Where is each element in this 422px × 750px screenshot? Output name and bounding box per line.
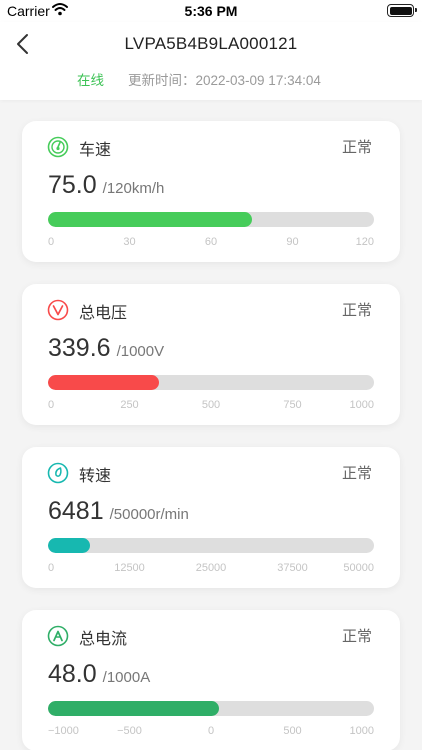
nav-header: LVPA5B4B9LA000121 在线 更新时间：2022-03-09 17:… [0,22,422,100]
tick-label: 1000 [349,725,374,737]
metric-unit: /1000A [102,669,151,686]
metric-card: 总电流 正常 48.0/1000A −1000 −500 0 500 1000 [22,610,400,750]
metric-status: 正常 [341,465,372,482]
progress-fill [48,212,252,227]
rotation-speed-icon [47,462,69,484]
tick-label: 120 [355,236,374,248]
metric-value: 48.0 [48,660,97,688]
progress-track [48,701,374,716]
tick-label: 0 [48,399,55,411]
battery-icon [387,4,417,17]
tick-label: 0 [207,725,215,737]
update-label: 更新时间： [128,73,196,88]
tick-label: 0 [48,236,55,248]
current-icon [47,625,69,647]
metric-reading: 339.6/1000V [48,334,164,363]
progress-track [48,538,374,553]
metric-unit: /50000r/min [109,506,189,523]
metric-unit: /1000V [116,343,165,360]
page-title: LVPA5B4B9LA000121 [124,34,298,53]
metric-reading: 48.0/1000A [48,660,150,689]
tick-label: 30 [123,236,136,248]
metric-name: 总电流 [79,631,128,648]
update-timestamp: 2022-03-09 17:34:04 [195,73,321,88]
tick-label: 0 [48,562,55,574]
tick-label: 12500 [114,562,145,574]
metric-value: 75.0 [48,171,97,199]
metric-unit: /120km/h [102,180,165,197]
scale-ticks: 0 30 60 90 120 [48,236,374,250]
tick-label: 1000 [349,399,374,411]
scale-ticks: 0 12500 25000 37500 50000 [48,562,374,576]
metric-name: 转速 [79,468,112,485]
progress-fill [48,701,219,716]
metric-card: 车速 正常 75.0/120km/h 0 30 60 90 120 [22,121,400,262]
tick-label: 250 [120,399,139,411]
progress-fill [48,375,159,390]
metric-status: 正常 [341,302,372,319]
status-clock: 5:36 PM [184,3,238,19]
metric-value: 6481 [48,497,104,525]
online-status: 在线 [77,73,104,88]
progress-fill [48,538,91,553]
tick-label: −1000 [48,725,79,737]
tick-label: 500 [283,725,302,737]
tick-label: 60 [204,236,218,248]
metric-reading: 75.0/120km/h [48,171,164,200]
scale-ticks: 0 250 500 750 1000 [48,399,374,413]
metric-value: 339.6 [48,334,111,362]
tick-label: 90 [286,236,299,248]
metric-card: 总电压 正常 339.6/1000V 0 250 500 750 1000 [22,284,400,425]
scale-ticks: −1000 −500 0 500 1000 [48,725,374,739]
progress-track [48,212,374,227]
tick-label: 750 [283,399,302,411]
metric-status: 正常 [341,628,372,645]
tick-label: −500 [117,725,142,737]
tick-label: 25000 [195,562,227,574]
progress-track [48,375,374,390]
status-bar: Carrier 5:36 PM [0,0,422,22]
voltage-icon [47,299,69,321]
tick-label: 37500 [277,562,308,574]
tick-label: 50000 [343,562,374,574]
metric-card: 转速 正常 6481/50000r/min 0 12500 25000 37500 50… [22,447,400,588]
metric-name: 车速 [79,142,112,159]
metric-status: 正常 [341,139,372,156]
tick-label: 500 [201,399,221,411]
metric-name: 总电压 [79,305,128,322]
update-time: 更新时间：2022-03-09 17:34:04 [128,69,321,89]
speedometer-icon [47,136,69,158]
metric-reading: 6481/50000r/min [48,497,189,526]
